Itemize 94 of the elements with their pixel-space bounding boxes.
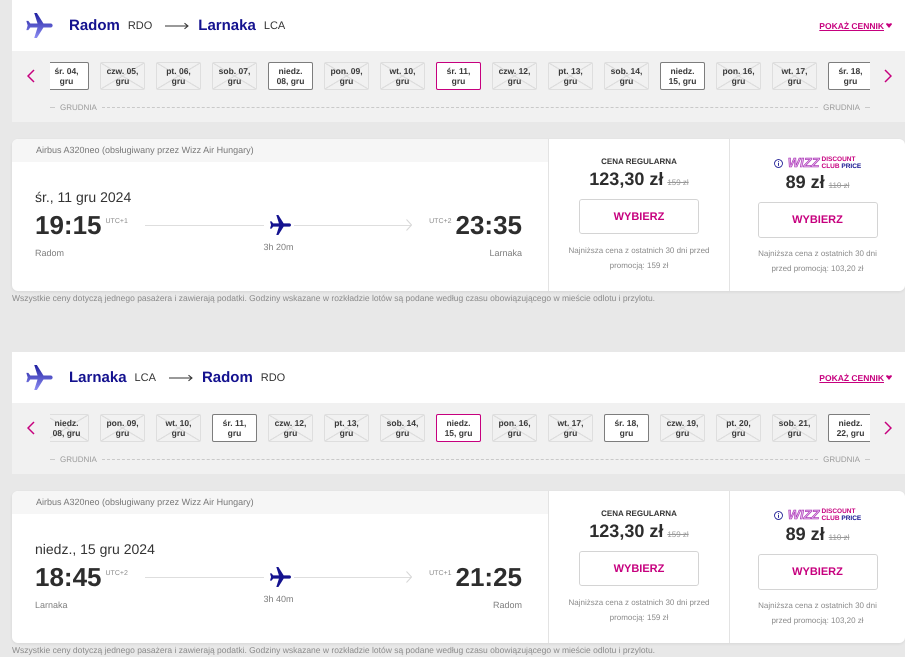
price-disclaimer: Wszystkie ceny dotyczą jednego pasażera i zawierają podatki. Godziny wskazane w rozkładzie lotów są podane według czasu obowiązującego w mieście odlotu i przylotu. — [12, 645, 656, 656]
airplane-icon — [26, 365, 53, 390]
select-button[interactable]: WYBIERZ — [758, 554, 878, 590]
date-tile[interactable]: pon. 09, gru — [100, 414, 145, 442]
fare-price: 123,30 zł — [589, 521, 664, 542]
date-tile[interactable]: wt. 10, gru — [156, 414, 201, 442]
old-price: 159 zł — [667, 530, 689, 539]
info-icon[interactable] — [774, 158, 783, 168]
chevron-left-icon[interactable] — [27, 69, 35, 83]
lowest-price-note: Najniższa cena z ostatnich 30 dni przed promocją: 103,20 zł — [757, 600, 878, 627]
select-button[interactable]: WYBIERZ — [579, 199, 699, 234]
select-button[interactable]: WYBIERZ — [579, 551, 699, 586]
fare-price: 89 zł — [786, 172, 825, 193]
date-tile[interactable]: czw. 19, gru — [660, 414, 705, 442]
fare-title: CENA REGULARNA — [601, 509, 677, 519]
caret-down-icon — [886, 375, 892, 380]
airplane-icon — [270, 567, 290, 587]
date-tile[interactable]: śr. 11, gru — [436, 62, 481, 90]
date-tile[interactable]: niedz. 08, gru — [50, 414, 89, 442]
brand-logo: WIZZ — [788, 508, 820, 522]
month-label: GRUDNIA — [59, 454, 98, 464]
date-tile[interactable]: czw. 05, gru — [100, 62, 145, 90]
date-tile[interactable]: śr. 18, gru — [828, 62, 870, 90]
lowest-price-note: Najniższa cena z ostatnich 30 dni przed promocją: 103,20 zł — [757, 248, 878, 275]
month-label: GRUDNIA — [59, 102, 98, 112]
date-tile[interactable]: wt. 17, gru — [548, 414, 593, 442]
date-tile[interactable]: śr. 18, gru — [604, 414, 649, 442]
date-tile[interactable]: pt. 06, gru — [156, 62, 201, 90]
aircraft-info-bar: Airbus A320neo (obsługiwany przez Wizz Air Hungary) — [12, 139, 548, 162]
arrival-city: Larnaka — [489, 247, 522, 259]
departure-city: Radom — [35, 247, 64, 259]
date-tile[interactable]: śr. 11, gru — [212, 414, 257, 442]
info-icon[interactable] — [774, 510, 783, 520]
flight-duration: 3h 40m — [263, 593, 294, 606]
aircraft-info-bar: Airbus A320neo (obsługiwany przez Wizz Air Hungary) — [12, 491, 548, 514]
date-tile[interactable]: wt. 10, gru — [380, 62, 425, 90]
arrival-city: Radom — [492, 599, 522, 611]
airplane-icon — [270, 215, 290, 235]
price-disclaimer: Wszystkie ceny dotyczą jednego pasażera i zawierają podatki. Godziny wskazane w rozkładzie lotów są podane według czasu obowiązującego w mieście odlotu i przylotu. — [12, 293, 656, 304]
date-tile[interactable]: pt. 20, gru — [716, 414, 761, 442]
date-tile[interactable]: niedz. 15, gru — [436, 414, 481, 442]
old-price: 159 zł — [667, 178, 689, 187]
origin-city: Radom — [69, 17, 120, 34]
lowest-price-note: Najniższa cena z ostatnich 30 dni przed promocją: 159 zł — [568, 597, 710, 624]
date-tile[interactable]: sob. 07, gru — [212, 62, 257, 90]
brand-logo: WIZZ — [788, 156, 820, 170]
arrival-time: 21:25 — [456, 563, 522, 591]
flight-date: niedz., 15 gru 2024 — [35, 541, 156, 558]
caret-down-icon — [886, 23, 892, 28]
destination-city: Larnaka — [198, 17, 256, 34]
departure-time: 18:45 — [35, 563, 102, 591]
date-tile[interactable]: niedz. 22, gru — [828, 414, 870, 442]
date-tile[interactable]: sob. 14, gru — [604, 62, 649, 90]
date-tile[interactable]: czw. 12, gru — [492, 62, 537, 90]
date-tile[interactable]: niedz. 15, gru — [660, 62, 705, 90]
fare-price: 89 zł — [786, 524, 825, 545]
chevron-right-icon[interactable] — [884, 69, 892, 83]
date-tile[interactable]: sob. 14, gru — [380, 414, 425, 442]
old-price: 110 zł — [828, 533, 850, 542]
fare-title: CENA REGULARNA — [601, 157, 677, 167]
departure-time: 19:15 — [35, 211, 102, 239]
origin-code: RDO — [128, 20, 152, 32]
select-button[interactable]: WYBIERZ — [758, 202, 878, 238]
price-list-link[interactable]: POKAŻ CENNIK — [819, 372, 892, 382]
origin-city: Larnaka — [69, 369, 127, 386]
long-arrow-icon — [165, 22, 190, 30]
chevron-right-icon[interactable] — [884, 421, 892, 435]
airplane-icon — [26, 13, 53, 38]
destination-city: Radom — [202, 369, 253, 386]
origin-code: LCA — [134, 372, 156, 384]
chevron-left-icon[interactable] — [27, 421, 35, 435]
date-tile[interactable]: pt. 13, gru — [548, 62, 593, 90]
destination-code: RDO — [260, 372, 286, 384]
date-tile[interactable]: niedz. 08, gru — [268, 62, 313, 90]
lowest-price-note: Najniższa cena z ostatnich 30 dni przed promocją: 159 zł — [568, 245, 710, 272]
old-price: 110 zł — [828, 181, 850, 190]
month-label: GRUDNIA — [822, 102, 861, 112]
long-arrow-icon — [168, 374, 193, 382]
destination-code: LCA — [264, 20, 286, 32]
date-tile[interactable]: śr. 04, gru — [50, 62, 89, 90]
date-tile[interactable]: pon. 16, gru — [492, 414, 537, 442]
date-tile[interactable]: czw. 12, gru — [268, 414, 313, 442]
fare-price: 123,30 zł — [589, 169, 664, 190]
date-tile[interactable]: pt. 13, gru — [324, 414, 369, 442]
date-tile[interactable]: wt. 17, gru — [772, 62, 817, 90]
flight-date: śr., 11 gru 2024 — [35, 189, 132, 206]
month-label: GRUDNIA — [822, 454, 861, 464]
arrival-time: 23:35 — [456, 211, 522, 239]
price-list-link[interactable]: POKAŻ CENNIK — [819, 20, 892, 30]
departure-city: Larnaka — [35, 599, 68, 611]
date-tile[interactable]: pon. 09, gru — [324, 62, 369, 90]
flight-duration: 3h 20m — [263, 241, 294, 254]
date-tile[interactable]: pon. 16, gru — [716, 62, 761, 90]
date-tile[interactable]: sob. 21, gru — [772, 414, 817, 442]
